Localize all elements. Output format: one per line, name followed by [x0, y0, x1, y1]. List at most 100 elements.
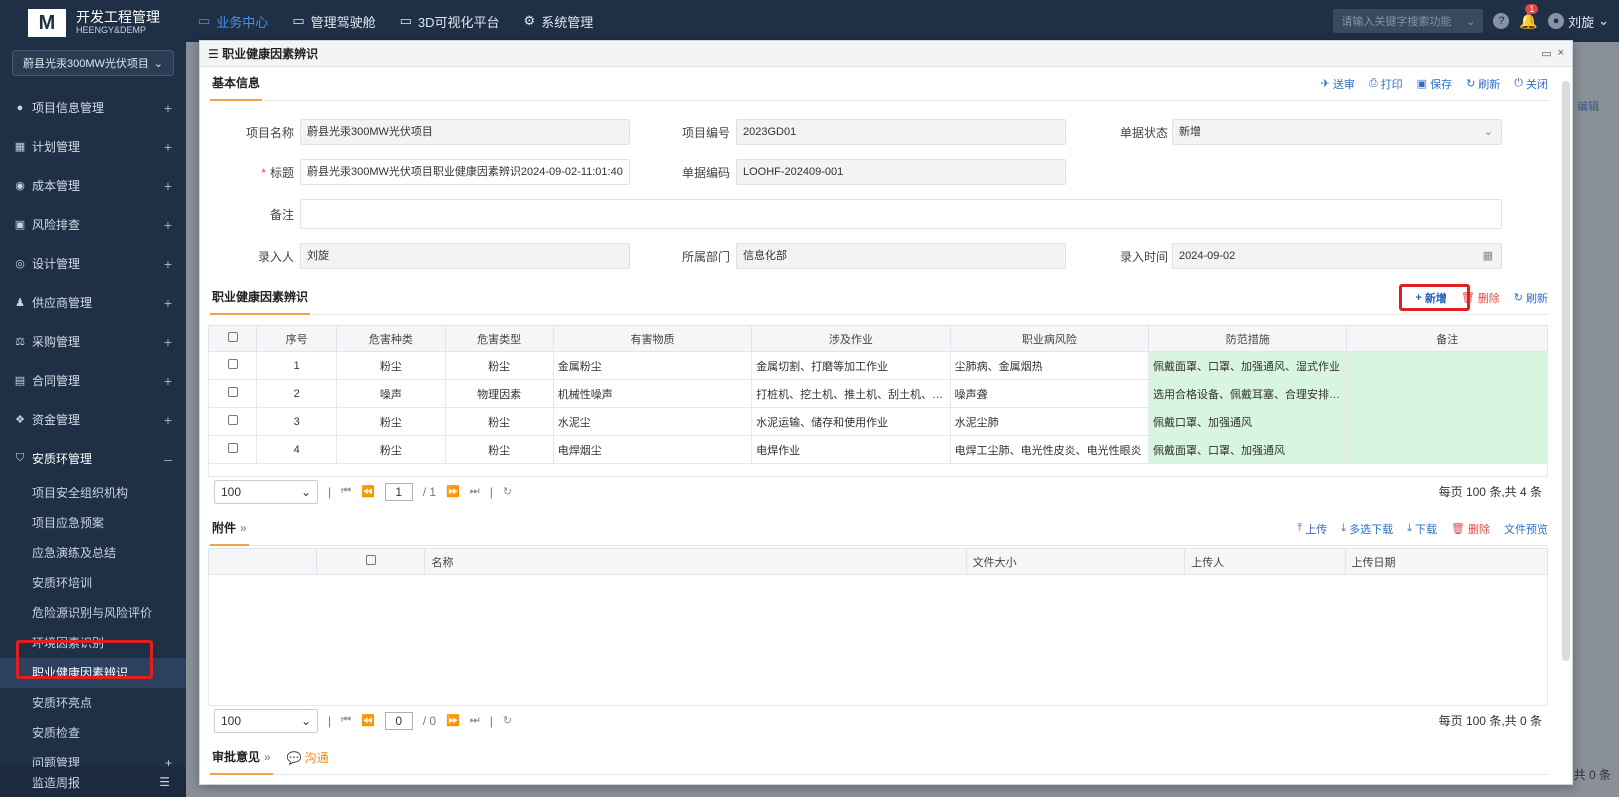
row-checkbox-cell[interactable] — [207, 351, 258, 380]
file-preview-button[interactable]: 文件预览 — [1504, 521, 1548, 537]
table-row[interactable]: 2 噪声 物理因素 机械性噪声 打桩机、挖土机、推土机、刮土机、自卸... 噪声… — [207, 379, 1548, 408]
status-select[interactable]: 新增 ⌄ — [1172, 119, 1502, 145]
submenu-item-emergency-plan[interactable]: 项目应急预案 — [0, 508, 186, 538]
submit-review-button[interactable]: ✈ 送审 — [1321, 76, 1355, 92]
close-button[interactable]: ⏻ 关闭 — [1514, 76, 1548, 92]
title-input[interactable]: 蔚县光汞300MW光伏项目职业健康因素辨识2024-09-02-11:01:40 — [300, 159, 630, 185]
cell-remark[interactable] — [1346, 379, 1548, 408]
menu-collapse-icon[interactable]: ☰ — [159, 775, 170, 789]
sidebar-item-cost[interactable]: ◉ 成本管理 + — [0, 166, 186, 205]
submenu-item-safety-highlights[interactable]: 安质环亮点 — [0, 688, 186, 718]
tab-system-management[interactable]: ⚙ 系统管理 — [512, 0, 606, 42]
remark-input[interactable] — [300, 199, 1502, 229]
plus-icon: + — [163, 333, 172, 350]
checkbox[interactable] — [227, 387, 238, 397]
entry-person-field[interactable]: 刘旋 — [300, 243, 630, 269]
page-size-select[interactable]: 100 ⌄ — [214, 708, 318, 733]
checkbox[interactable] — [227, 359, 238, 369]
tab-management-cockpit[interactable]: ▭ 管理驾驶舱 — [280, 0, 387, 42]
bell-icon[interactable]: 🔔 1 — [1519, 4, 1539, 30]
help-icon[interactable]: ? — [1493, 13, 1510, 29]
checkbox[interactable] — [227, 332, 238, 342]
submenu-item-emergency-drill[interactable]: 应急演练及总结 — [0, 538, 186, 568]
cell-measure[interactable]: 佩戴面罩、口罩、加强通风 — [1148, 435, 1348, 464]
last-page-icon[interactable]: ⏭ — [470, 485, 480, 498]
chat-tab[interactable]: 💬 沟通 — [287, 749, 329, 766]
submenu-item-safety-training[interactable]: 安质环培训 — [0, 568, 186, 598]
row-checkbox-cell[interactable] — [207, 435, 258, 464]
sidebar-item-project-info[interactable]: ● 项目信息管理 + — [0, 88, 186, 127]
save-button[interactable]: ▣ 保存 — [1417, 76, 1452, 92]
first-page-icon[interactable]: ⏮ — [341, 714, 351, 727]
plus-icon: + — [163, 138, 172, 155]
calendar-icon[interactable]: ▦ — [1483, 244, 1493, 268]
download-button[interactable]: ⤓ 下载 — [1407, 521, 1437, 537]
print-button[interactable]: ⎙ 打印 — [1369, 76, 1403, 92]
table-row[interactable]: 4 粉尘 粉尘 电焊烟尘 电焊作业 电焊工尘肺、电光性皮炎、电光性眼炎 佩戴面罩… — [207, 435, 1548, 464]
checkbox[interactable] — [227, 443, 238, 453]
last-page-icon[interactable]: ⏭ — [470, 714, 480, 727]
submenu-item-safety-org[interactable]: 项目安全组织机构 — [0, 478, 186, 508]
maximize-icon[interactable]: ▭ — [1541, 47, 1551, 60]
tab-3d-platform[interactable]: ▭ 3D可视化平台 — [388, 0, 512, 42]
page-number-input[interactable]: 0 — [384, 711, 413, 730]
user-menu[interactable]: ● 刘旋 ⌄ — [1548, 12, 1609, 31]
upload-button[interactable]: ⤒ 上传 — [1297, 521, 1327, 537]
sidebar-item-safety[interactable]: ⛉ 安质环管理 – — [0, 439, 186, 478]
project-select[interactable]: 蔚县光汞300MW光伏项目 ⌄ — [12, 50, 174, 76]
row-checkbox-cell[interactable] — [207, 407, 258, 436]
tab-business-center[interactable]: ▭ 业务中心 — [186, 0, 280, 42]
project-code-field[interactable]: 2023GD01 — [736, 119, 1066, 145]
entry-time-field[interactable]: 2024-09-02 ▦ — [1172, 243, 1502, 269]
approval-title[interactable]: 审批意见» — [210, 741, 273, 775]
sidebar-item-supplier[interactable]: ♟ 供应商管理 + — [0, 283, 186, 322]
table-row[interactable]: 3 粉尘 粉尘 水泥尘 水泥运输、储存和使用作业 水泥尘肺 佩戴口罩、加强通风 — [207, 407, 1548, 436]
cell-measure[interactable]: 选用合格设备、佩戴耳塞、合理安排作业... — [1148, 379, 1348, 408]
action-label: 多选下载 — [1349, 523, 1394, 536]
checkbox[interactable] — [227, 415, 238, 425]
cell-measure[interactable]: 佩戴面罩、口罩、加强通风、湿式作业 — [1148, 351, 1348, 380]
attachments-title[interactable]: 附件» — [210, 512, 249, 546]
chevron-down-icon: ⌄ — [1483, 126, 1493, 138]
checkbox[interactable] — [365, 555, 376, 565]
table-row[interactable]: 1 粉尘 粉尘 金属粉尘 金属切割、打磨等加工作业 尘肺病、金属烟热 佩戴面罩、… — [207, 351, 1548, 380]
sidebar-item-fund[interactable]: ❖ 资金管理 + — [0, 400, 186, 439]
prev-page-icon[interactable]: ⏪ — [361, 485, 375, 498]
page-size-select[interactable]: 100 ⌄ — [214, 479, 318, 504]
refresh-button[interactable]: ↻ 刷新 — [1466, 76, 1500, 92]
sidebar-item-risk[interactable]: ▣ 风险排查 + — [0, 205, 186, 244]
next-page-icon[interactable]: ⏩ — [446, 485, 460, 498]
cell-remark[interactable] — [1346, 351, 1548, 380]
divider: | — [489, 484, 493, 499]
row-checkbox-cell[interactable] — [207, 379, 258, 408]
dept-field[interactable]: 信息化部 — [736, 243, 1066, 269]
attachment-delete-button[interactable]: 🗑 删除 — [1451, 521, 1490, 537]
submenu-item-hazard-identification[interactable]: 危险源识别与风险评价 — [0, 598, 186, 628]
multi-download-button[interactable]: ⤓ 多选下载 — [1341, 521, 1393, 537]
cell-no: 4 — [256, 435, 338, 464]
sidebar-item-purchase[interactable]: ⚖ 采购管理 + — [0, 322, 186, 361]
cell-remark[interactable] — [1346, 435, 1548, 464]
function-search-input[interactable]: 请输入关键字搜索功能 ⌄ — [1333, 9, 1484, 33]
reload-icon[interactable]: ↻ — [503, 485, 512, 498]
modal-scrollbar[interactable] — [1562, 81, 1570, 661]
sidebar-item-contract[interactable]: ▤ 合同管理 + — [0, 361, 186, 400]
doc-code-field[interactable]: LOOHF-202409-001 — [736, 159, 1066, 185]
factors-refresh-button[interactable]: ↻ 刷新 — [1514, 290, 1548, 306]
cell-measure[interactable]: 佩戴口罩、加强通风 — [1148, 407, 1348, 436]
close-icon[interactable]: × — [1558, 47, 1564, 60]
page-number-input[interactable]: 1 — [384, 482, 413, 501]
reload-icon[interactable]: ↻ — [503, 714, 512, 727]
sidebar-bottom[interactable]: 监造周报 ☰ — [0, 767, 186, 797]
sidebar-item-plan[interactable]: ▦ 计划管理 + — [0, 127, 186, 166]
project-name-field[interactable]: 蔚县光汞300MW光伏项目 — [300, 119, 630, 145]
prev-page-icon[interactable]: ⏪ — [361, 714, 375, 727]
save-icon: ▣ — [1416, 78, 1428, 90]
first-page-icon[interactable]: ⏮ — [341, 485, 351, 498]
next-page-icon[interactable]: ⏩ — [446, 714, 460, 727]
select-all-cell[interactable] — [207, 325, 258, 352]
cell-remark[interactable] — [1346, 407, 1548, 436]
sidebar-item-design[interactable]: ◎ 设计管理 + — [0, 244, 186, 283]
select-all-cell[interactable] — [316, 548, 426, 575]
submenu-item-safety-inspection[interactable]: 安质检查 — [0, 718, 186, 748]
